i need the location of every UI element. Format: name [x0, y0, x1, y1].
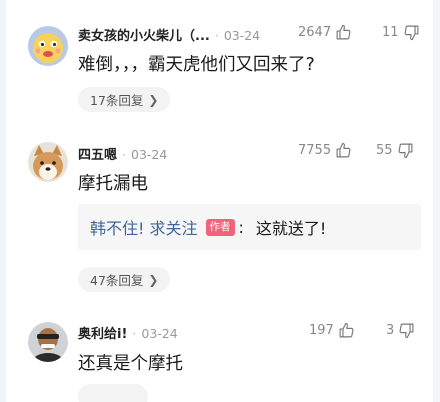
thumbs-down-icon [404, 25, 418, 41]
avatar[interactable] [28, 26, 68, 66]
chevron-right-icon: ❯ [148, 272, 159, 287]
dislike-button[interactable]: 55 [376, 142, 414, 159]
view-replies-button[interactable]: 17条回复 ❯ [78, 87, 171, 112]
dislike-count: 11 [382, 25, 399, 40]
thumbs-up-icon [339, 322, 354, 338]
dislike-count: 55 [376, 143, 393, 158]
username[interactable]: 卖女孩的小火柴儿（... [78, 29, 210, 44]
like-count: 2647 [298, 25, 332, 40]
reply-text: 这就送了! [255, 219, 327, 238]
avatar[interactable] [28, 322, 68, 362]
comment-meta: 卖女孩的小火柴儿（... · 03-24 [78, 28, 261, 44]
author-badge: 作者 [205, 218, 235, 236]
dislike-button[interactable]: 3 [386, 322, 415, 339]
like-button[interactable]: 2647 [298, 24, 352, 41]
username[interactable]: 奥利给i! [78, 327, 127, 342]
comment-item: 奥利给i! · 03-24 197 3 还真是个摩托 [6, 298, 433, 402]
thumbs-up-icon [336, 24, 351, 40]
chevron-right-icon: ❯ [148, 92, 159, 107]
like-count: 197 [309, 323, 334, 338]
reply-author-link[interactable]: 韩不住! 求关注 [90, 215, 198, 239]
dislike-button[interactable]: 11 [382, 24, 420, 41]
author-reply-quote[interactable]: 韩不住! 求关注 作者 : 这就送了! [78, 204, 421, 250]
like-count: 7755 [298, 143, 332, 158]
like-button[interactable]: 7755 [298, 142, 352, 159]
view-replies-button[interactable]: 47条回复 ❯ [78, 267, 171, 292]
comment-meta: 奥利给i! · 03-24 [78, 326, 178, 342]
comment-list: 卖女孩的小火柴儿（... · 03-24 2647 11 难倒，，，霸天虎他们又回来… [0, 0, 440, 402]
comment-item: 四五嗯 · 03-24 7755 55 摩托漏电 韩不住! 求关注 作者 : 这就送… [6, 128, 433, 298]
thumbs-down-icon [399, 323, 414, 339]
avatar[interactable] [28, 142, 68, 182]
reply-colon: : [238, 217, 244, 237]
thumbs-down-icon [398, 143, 412, 159]
comment-text: 摩托漏电 [78, 174, 148, 194]
timestamp: 03-24 [223, 28, 261, 43]
timestamp: 03-24 [141, 326, 178, 341]
comment-text: 难倒，，，霸天虎他们又回来了? [78, 55, 315, 75]
comment-text: 还真是个摩托 [78, 354, 183, 374]
dislike-count: 3 [386, 323, 395, 338]
comment-meta: 四五嗯 · 03-24 [78, 147, 168, 163]
username[interactable]: 四五嗯 [78, 148, 117, 163]
thumbs-up-icon [336, 142, 351, 158]
timestamp: 03-24 [131, 147, 168, 162]
view-replies-button[interactable] [78, 384, 148, 402]
like-button[interactable]: 197 [309, 322, 355, 339]
comment-item: 卖女孩的小火柴儿（... · 03-24 2647 11 难倒，，，霸天虎他们又回来… [6, 0, 433, 128]
